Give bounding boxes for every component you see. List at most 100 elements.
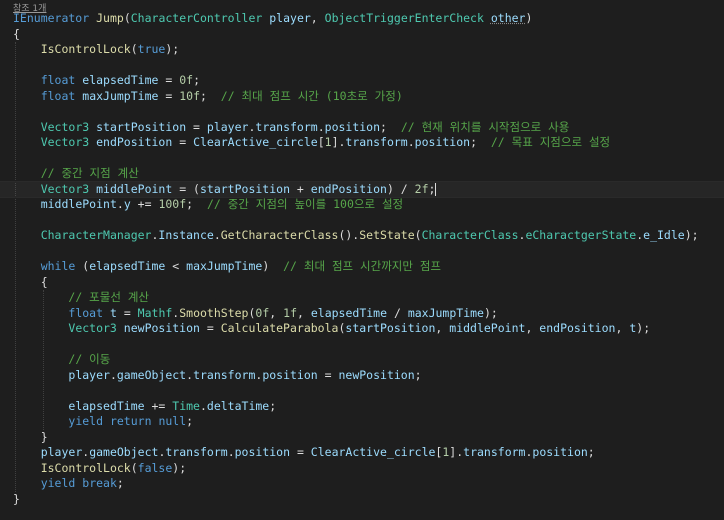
code-line[interactable]: Vector3 endPosition = ClearActive_circle…	[13, 135, 610, 150]
code-token: = (	[172, 181, 200, 196]
code-line[interactable]: Vector3 newPosition = CalculateParabola(…	[13, 321, 650, 336]
code-token: middlePoint	[96, 181, 173, 196]
code-token: player	[206, 119, 249, 134]
code-token: );	[483, 305, 498, 320]
code-line[interactable]: IsControlLock(false);	[13, 461, 186, 476]
code-line[interactable]: IEnumerator Jump(CharacterController pla…	[13, 11, 532, 26]
code-token: 100f	[158, 197, 187, 211]
code-token: newPosition	[338, 367, 415, 382]
code-token: );	[172, 460, 187, 475]
code-token: startPosition	[199, 181, 290, 196]
code-line[interactable]: {	[13, 275, 48, 290]
code-token: Time	[172, 398, 200, 413]
code-token: <	[165, 259, 187, 273]
code-token: )	[262, 259, 284, 273]
code-token: (	[130, 42, 138, 56]
code-token: CharacterClass	[421, 228, 519, 242]
code-line[interactable]: yield break;	[13, 476, 124, 491]
code-token: gameObject	[89, 445, 159, 459]
code-token: }	[13, 429, 48, 444]
code-line[interactable]: // 이동	[13, 352, 110, 367]
code-token: ;	[186, 197, 207, 211]
code-token: // 중간 지점의 높이를 100으로 설정	[206, 197, 404, 211]
code-token: .	[407, 135, 415, 149]
code-token: transform	[345, 135, 408, 149]
code-token: /	[387, 305, 408, 320]
code-token: elapsedTime	[310, 305, 388, 320]
code-token: =	[116, 305, 138, 320]
code-token: null	[158, 414, 187, 428]
code-token: .	[116, 197, 124, 211]
code-token: (	[123, 11, 131, 25]
code-token: .	[199, 398, 207, 413]
code-line[interactable]: Vector3 startPosition = player.transform…	[13, 119, 570, 135]
code-token: (	[130, 460, 138, 475]
code-token: );	[165, 42, 180, 56]
code-token: ;	[269, 398, 277, 413]
code-line[interactable]: // 중간 지점 계산	[13, 166, 139, 181]
code-token: ,	[269, 305, 284, 320]
code-token: endPosition	[96, 135, 173, 149]
code-token: SetState	[359, 228, 415, 242]
code-token: transform	[463, 445, 526, 459]
code-token: // 목표 지점으로 설정	[490, 135, 611, 149]
code-line[interactable]: float elapsedTime = 0f;	[13, 73, 200, 88]
code-line[interactable]: float maxJumpTime = 10f; // 최대 점프 시간 (10…	[13, 89, 403, 104]
code-line[interactable]: Vector3 middlePoint = (startPosition + e…	[13, 181, 437, 197]
code-token: // 현재 위치를 시작점으로 사용	[400, 119, 570, 134]
code-editor[interactable]: 참조 1개 IEnumerator Jump(CharacterControll…	[0, 0, 724, 520]
code-token: transform	[255, 119, 318, 134]
code-token: middlePoint	[40, 197, 117, 211]
code-token: startPosition	[345, 321, 436, 335]
code-token: ;	[470, 135, 491, 149]
code-token: CharacterController	[130, 11, 263, 25]
code-token: endPosition	[539, 321, 616, 335]
code-token: Instance	[158, 228, 214, 242]
code-line[interactable]: // 포물선 계산	[13, 290, 149, 305]
code-token: =	[158, 88, 180, 103]
code-token: SmoothStep	[179, 305, 249, 320]
code-line[interactable]: while (elapsedTime < maxJumpTime) // 최대 …	[13, 259, 441, 274]
code-token: ;	[200, 88, 221, 103]
code-token: 10f	[179, 88, 200, 103]
code-line[interactable]: elapsedTime += Time.deltaTime;	[13, 399, 276, 414]
code-line[interactable]: player.gameObject.transform.position = C…	[13, 445, 595, 460]
code-token: =	[172, 135, 194, 149]
code-token: gameObject	[116, 367, 187, 382]
code-token: startPosition	[96, 119, 187, 134]
code-token: CalculateParabola	[220, 321, 339, 335]
code-line[interactable]: player.gameObject.transform.position = n…	[13, 367, 421, 383]
code-token: ClearActive_circle	[193, 135, 318, 149]
code-token: IEnumerator	[13, 11, 90, 25]
code-token: IsControlLock	[40, 42, 131, 56]
code-token: ,	[615, 321, 630, 335]
code-line[interactable]: {	[13, 27, 20, 42]
code-line[interactable]: CharacterManager.Instance.GetCharacterCl…	[13, 228, 699, 243]
code-line[interactable]: float t = Mathf.SmoothStep(0f, 1f, elaps…	[13, 305, 498, 321]
code-token: position	[234, 445, 291, 459]
code-token: ;	[380, 119, 401, 134]
code-token: .	[317, 119, 325, 134]
code-token: );	[636, 321, 651, 335]
code-token: );	[684, 228, 699, 242]
code-line[interactable]: }	[13, 492, 20, 507]
code-line[interactable]: IsControlLock(true);	[13, 42, 180, 57]
code-line[interactable]: yield return null;	[13, 414, 193, 429]
code-token: Vector3	[40, 119, 90, 134]
code-token: player	[269, 11, 311, 25]
code-token: elapsedTime	[68, 398, 145, 413]
code-token: ;	[116, 476, 124, 490]
code-token: [	[317, 135, 325, 149]
code-line[interactable]: middlePoint.y += 100f; // 중간 지점의 높이를 100…	[13, 197, 403, 212]
code-line[interactable]: }	[13, 430, 48, 445]
code-token: e_Idle	[643, 228, 685, 242]
code-token: 2f	[414, 181, 429, 196]
code-token: Vector3	[40, 135, 90, 149]
